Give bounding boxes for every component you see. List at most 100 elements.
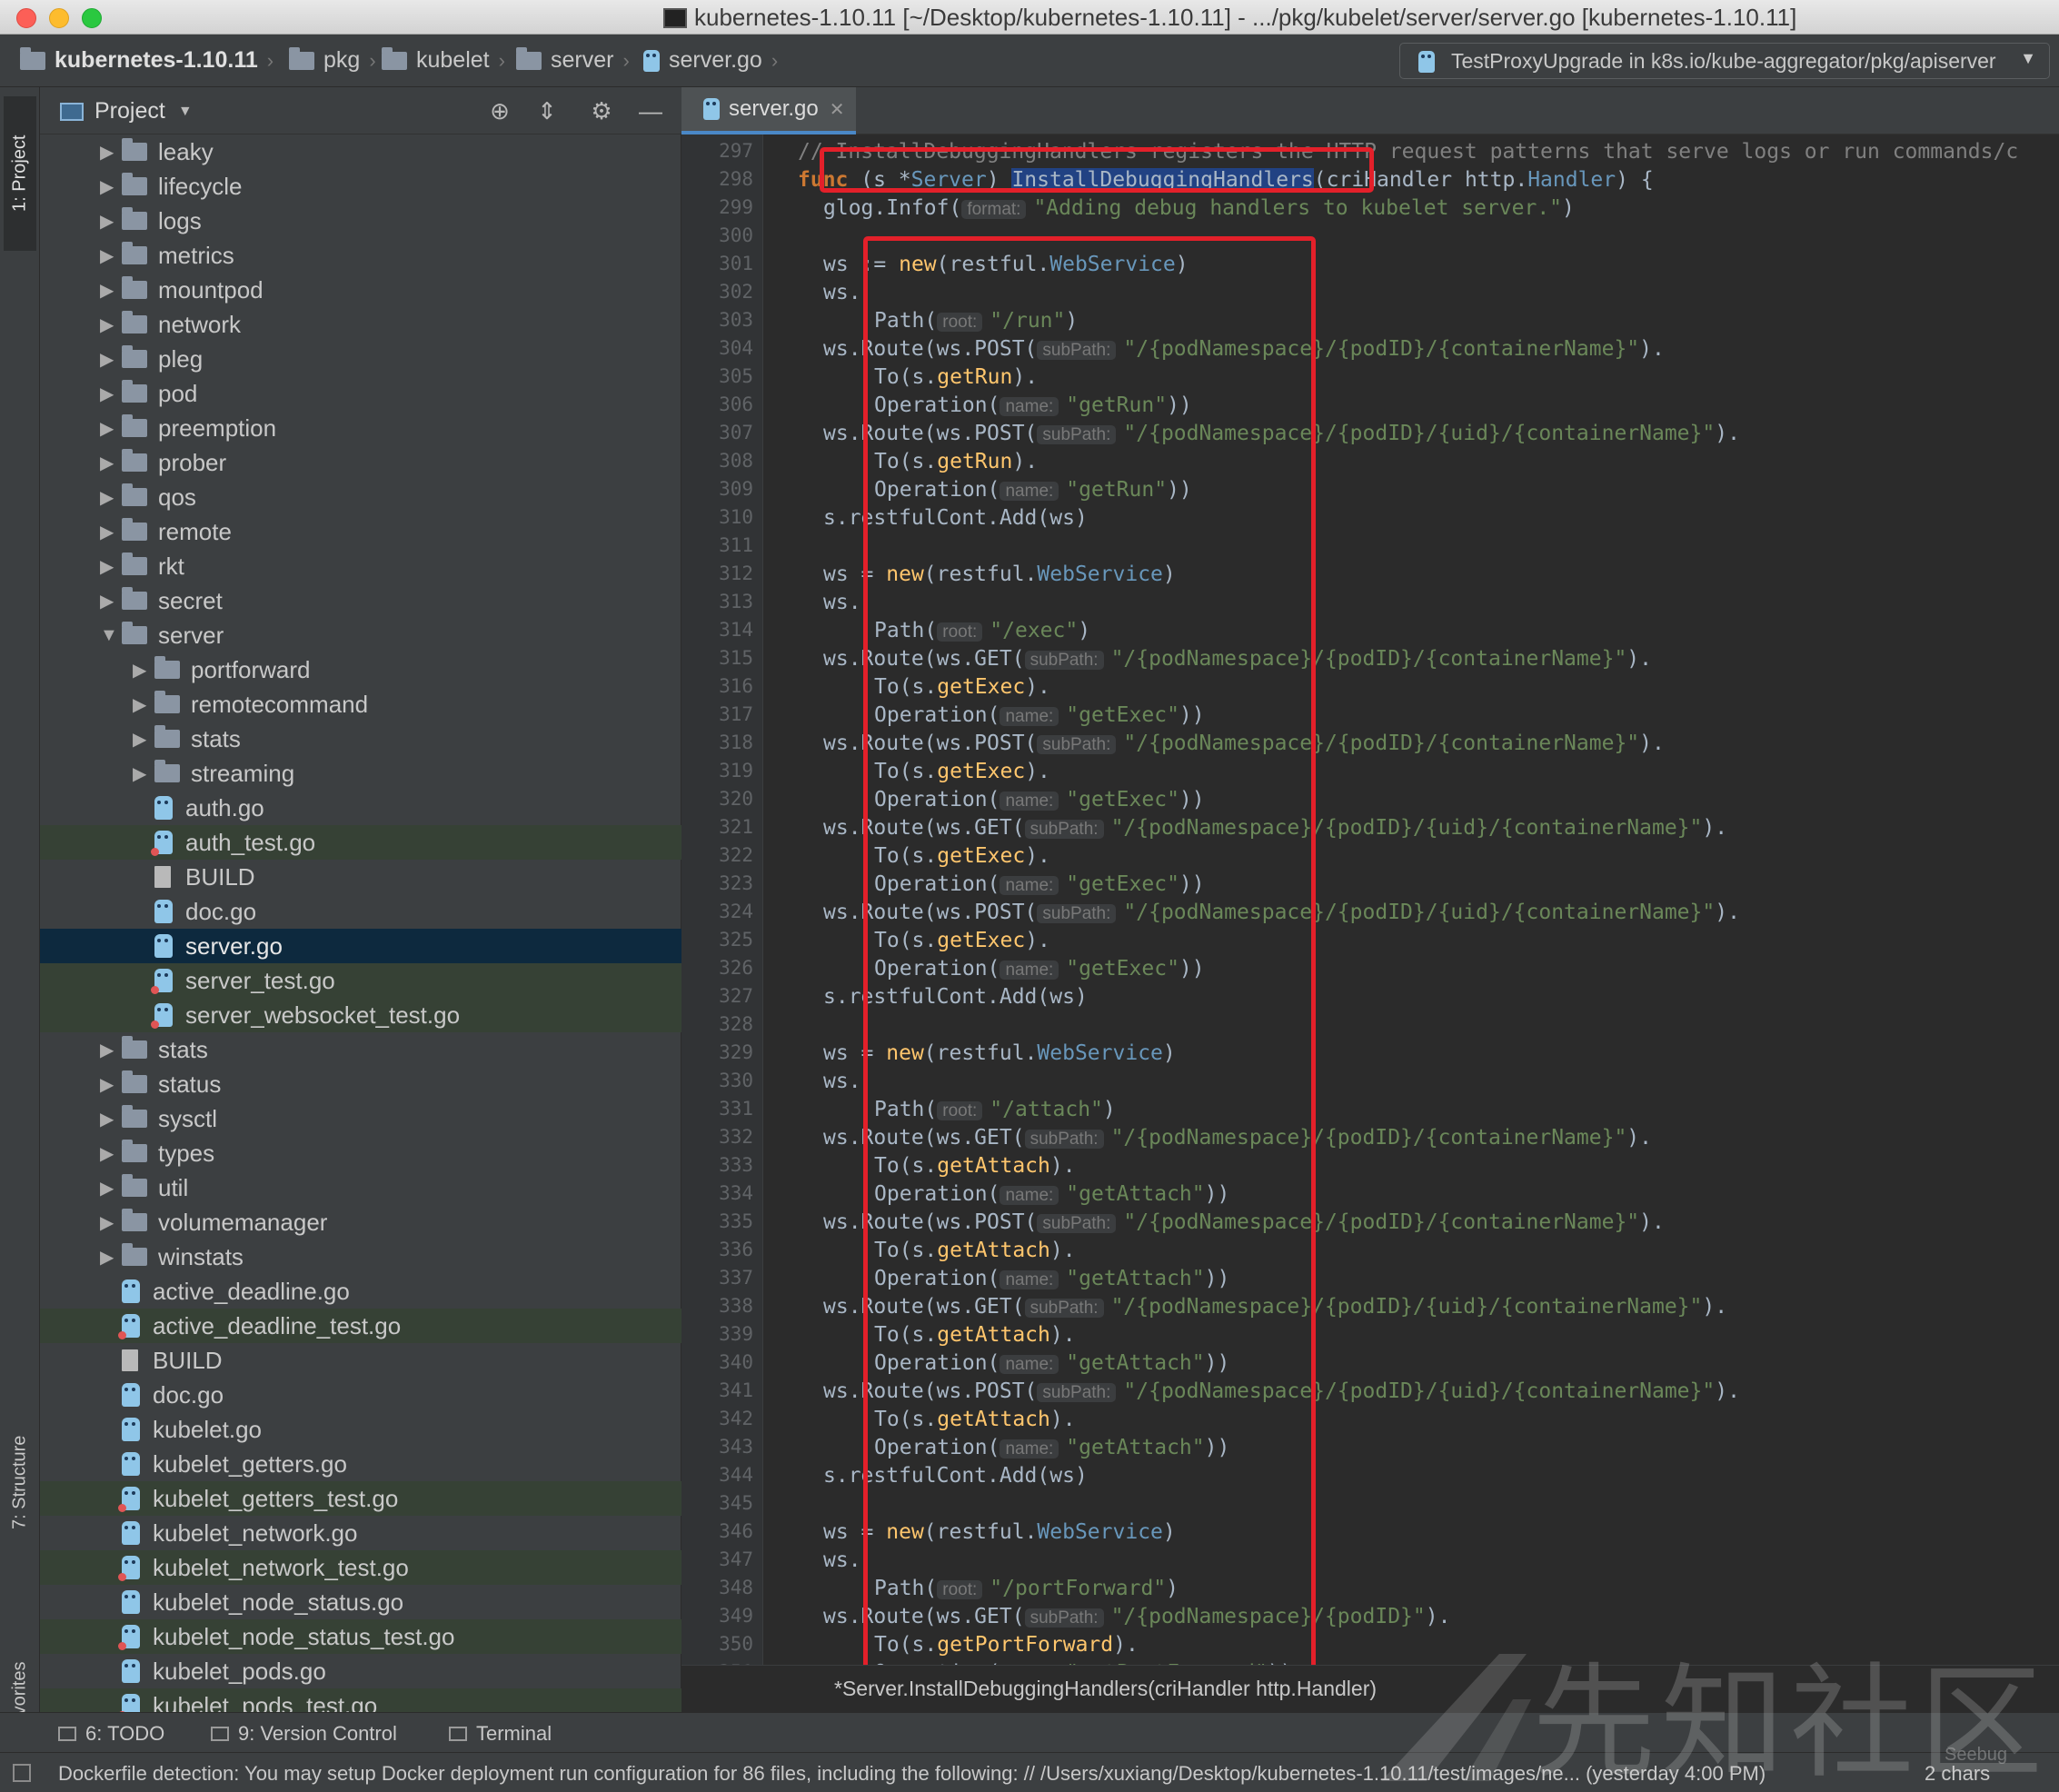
tree-file[interactable]: server_test.go — [40, 963, 681, 998]
collapsed-arrow-icon[interactable]: ▶ — [100, 141, 122, 164]
collapsed-arrow-icon[interactable]: ▶ — [100, 590, 122, 612]
tool-tab-version-control[interactable]: 9: Version Control — [211, 1722, 397, 1746]
collapsed-arrow-icon[interactable]: ▶ — [100, 348, 122, 371]
tool-tab-terminal[interactable]: Terminal — [449, 1722, 552, 1746]
expanded-arrow-icon[interactable]: ▼ — [100, 625, 122, 646]
collapsed-arrow-icon[interactable]: ▶ — [100, 1246, 122, 1269]
collapsed-arrow-icon[interactable]: ▶ — [100, 1211, 122, 1234]
collapsed-arrow-icon[interactable]: ▶ — [100, 314, 122, 336]
tree-folder[interactable]: ▶ sysctl — [40, 1101, 681, 1136]
tree-folder[interactable]: ▶ network — [40, 307, 681, 342]
collapsed-arrow-icon[interactable]: ▶ — [100, 417, 122, 440]
breadcrumb-kubelet[interactable]: kubelet › — [382, 46, 514, 74]
tree-file[interactable]: kubelet_pods_test.go — [40, 1688, 681, 1712]
tree-folder[interactable]: ▶ qos — [40, 480, 681, 514]
tree-file[interactable]: doc.go — [40, 894, 681, 929]
collapsed-arrow-icon[interactable]: ▶ — [100, 210, 122, 233]
tree-file[interactable]: kubelet_pods.go — [40, 1654, 681, 1688]
tree-file[interactable]: kubelet_node_status_test.go — [40, 1619, 681, 1654]
tree-file[interactable]: active_deadline_test.go — [40, 1309, 681, 1343]
tree-folder[interactable]: ▶ metrics — [40, 238, 681, 273]
collapsed-arrow-icon[interactable]: ▶ — [133, 659, 154, 682]
code-editor[interactable]: 297 298 299 300 301 302 303 304 305 306 307 308 309 3… — [681, 134, 2059, 1665]
tree-file[interactable]: active_deadline.go — [40, 1274, 681, 1309]
collapsed-arrow-icon[interactable]: ▶ — [100, 244, 122, 267]
collapsed-arrow-icon[interactable]: ▶ — [100, 1142, 122, 1165]
tool-windows-icon[interactable] — [13, 1764, 31, 1782]
tree-folder[interactable]: ▶ logs — [40, 204, 681, 238]
tree-folder[interactable]: ▶ stats — [40, 722, 681, 756]
tree-folder[interactable]: ▶ pleg — [40, 342, 681, 376]
tree-file[interactable]: auth.go — [40, 791, 681, 825]
breadcrumb-server[interactable]: server › — [516, 46, 639, 74]
tree-file[interactable]: kubelet_getters.go — [40, 1447, 681, 1481]
tree-folder[interactable]: ▶ remote — [40, 514, 681, 549]
collapsed-arrow-icon[interactable]: ▶ — [100, 1177, 122, 1200]
editor-breadcrumb[interactable]: *Server.InstallDebuggingHandlers(criHand… — [681, 1665, 2059, 1712]
tree-folder[interactable]: ▶ leaky — [40, 134, 681, 169]
tree-folder[interactable]: ▶ preemption — [40, 411, 681, 445]
tree-folder[interactable]: ▶ volumemanager — [40, 1205, 681, 1239]
tree-folder[interactable]: ▶ mountpod — [40, 273, 681, 307]
tree-file[interactable]: kubelet_network.go — [40, 1516, 681, 1550]
minimize-icon[interactable]: — — [636, 96, 665, 125]
tree-folder[interactable]: ▶ util — [40, 1170, 681, 1205]
breadcrumb-pkg[interactable]: pkg › — [289, 46, 385, 74]
tree-file[interactable]: auth_test.go — [40, 825, 681, 860]
collapsed-arrow-icon[interactable]: ▶ — [100, 383, 122, 405]
collapsed-arrow-icon[interactable]: ▶ — [100, 521, 122, 543]
project-view-select[interactable]: Project ▼ — [60, 98, 193, 124]
tree-file[interactable]: kubelet.go — [40, 1412, 681, 1447]
tree-file[interactable]: server_websocket_test.go — [40, 998, 681, 1032]
collapsed-arrow-icon[interactable]: ▶ — [100, 452, 122, 474]
breadcrumb-project[interactable]: kubernetes-1.10.11 › — [20, 46, 283, 74]
tree-folder[interactable]: ▼ server — [40, 618, 681, 652]
tree-folder[interactable]: ▶ prober — [40, 445, 681, 480]
tree-file[interactable]: kubelet_network_test.go — [40, 1550, 681, 1585]
collapsed-arrow-icon[interactable]: ▶ — [100, 486, 122, 509]
tree-folder[interactable]: ▶ winstats — [40, 1239, 681, 1274]
collapsed-arrow-icon[interactable]: ▶ — [100, 175, 122, 198]
tree-folder[interactable]: ▶ secret — [40, 583, 681, 618]
collapse-all-icon[interactable]: ⇕ — [532, 96, 562, 125]
window-minimize-button[interactable] — [49, 8, 69, 28]
folder-icon — [122, 207, 147, 230]
tree-folder[interactable]: ▶ portforward — [40, 652, 681, 687]
window-maximize-button[interactable] — [82, 8, 102, 28]
collapsed-arrow-icon[interactable]: ▶ — [100, 1108, 122, 1130]
tree-file[interactable]: BUILD — [40, 860, 681, 894]
collapsed-arrow-icon[interactable]: ▶ — [100, 555, 122, 578]
tree-folder[interactable]: ▶ pod — [40, 376, 681, 411]
tab-server-go[interactable]: server.go ✕ — [681, 87, 856, 134]
run-configuration-select[interactable]: TestProxyUpgrade in k8s.io/kube-aggregat… — [1399, 43, 2050, 79]
collapsed-arrow-icon[interactable]: ▶ — [133, 693, 154, 716]
tool-tab-label: 7: Structure — [9, 1435, 30, 1529]
tool-tab-project[interactable]: 1: Project — [4, 96, 36, 251]
tree-file[interactable]: kubelet_getters_test.go — [40, 1481, 681, 1516]
tree-file[interactable]: kubelet_node_status.go — [40, 1585, 681, 1619]
tree-file[interactable]: BUILD — [40, 1343, 681, 1378]
tree-folder[interactable]: ▶ remotecommand — [40, 687, 681, 722]
tree-folder[interactable]: ▶ rkt — [40, 549, 681, 583]
close-icon[interactable]: ✕ — [830, 98, 845, 121]
collapsed-arrow-icon[interactable]: ▶ — [100, 279, 122, 302]
tree-file[interactable]: doc.go — [40, 1378, 681, 1412]
tree-folder[interactable]: ▶ lifecycle — [40, 169, 681, 204]
window-close-button[interactable] — [16, 8, 36, 28]
tool-tab-todo[interactable]: 6: TODO — [58, 1722, 164, 1746]
tree-file[interactable]: server.go — [40, 929, 681, 963]
tree-folder[interactable]: ▶ status — [40, 1067, 681, 1101]
caret-info[interactable]: 2 chars — [1925, 1762, 1990, 1786]
collapsed-arrow-icon[interactable]: ▶ — [100, 1039, 122, 1061]
tool-tab-structure[interactable]: 7: Structure — [4, 1359, 36, 1605]
collapsed-arrow-icon[interactable]: ▶ — [100, 1073, 122, 1096]
status-message[interactable]: Dockerfile detection: You may setup Dock… — [58, 1762, 1912, 1786]
crosshair-icon[interactable]: ⊕ — [485, 96, 514, 125]
breadcrumb-file[interactable]: server.go › — [643, 47, 787, 74]
tree-folder[interactable]: ▶ streaming — [40, 756, 681, 791]
gear-icon[interactable]: ⚙ — [587, 96, 616, 125]
tree-folder[interactable]: ▶ types — [40, 1136, 681, 1170]
collapsed-arrow-icon[interactable]: ▶ — [133, 728, 154, 751]
collapsed-arrow-icon[interactable]: ▶ — [133, 762, 154, 785]
tree-folder[interactable]: ▶ stats — [40, 1032, 681, 1067]
